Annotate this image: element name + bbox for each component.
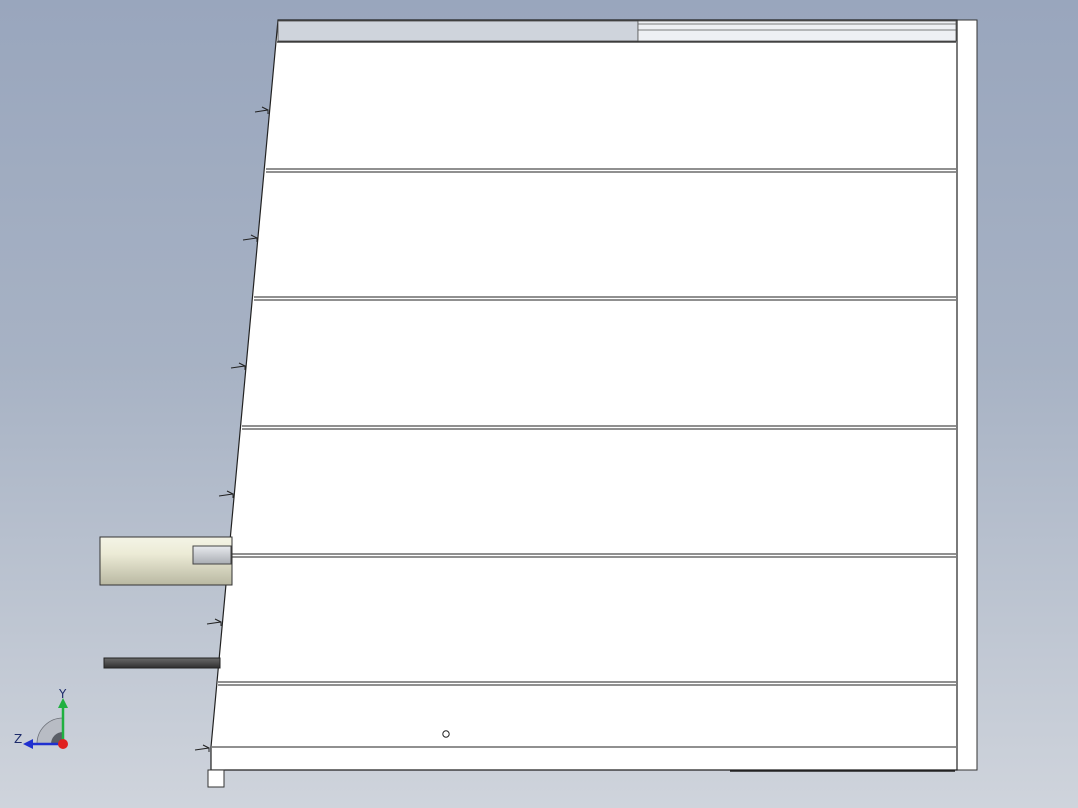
bracket-3 [230, 362, 246, 370]
cad-model-drawing[interactable] [0, 0, 1078, 808]
bracket-2 [242, 234, 258, 242]
axis-triad[interactable]: Y Z [10, 686, 74, 750]
bracket-1 [254, 106, 269, 114]
dark-rod [103, 657, 221, 669]
z-axis-arrow-icon [23, 739, 33, 749]
bracket-5 [206, 618, 222, 626]
bracket-6 [194, 744, 210, 752]
bracket-4 [218, 490, 234, 498]
cad-viewport[interactable]: Y Z [0, 0, 1078, 808]
mounting-hole [442, 730, 450, 738]
x-axis-dot [58, 739, 68, 749]
right-frame-plate [954, 19, 978, 771]
z-axis-label: Z [14, 732, 22, 746]
y-axis-label: Y [58, 687, 67, 701]
cylinder-stub [192, 545, 232, 565]
top-header-left [277, 20, 639, 42]
main-body-outline [210, 19, 958, 771]
bottom-foot [207, 769, 225, 788]
